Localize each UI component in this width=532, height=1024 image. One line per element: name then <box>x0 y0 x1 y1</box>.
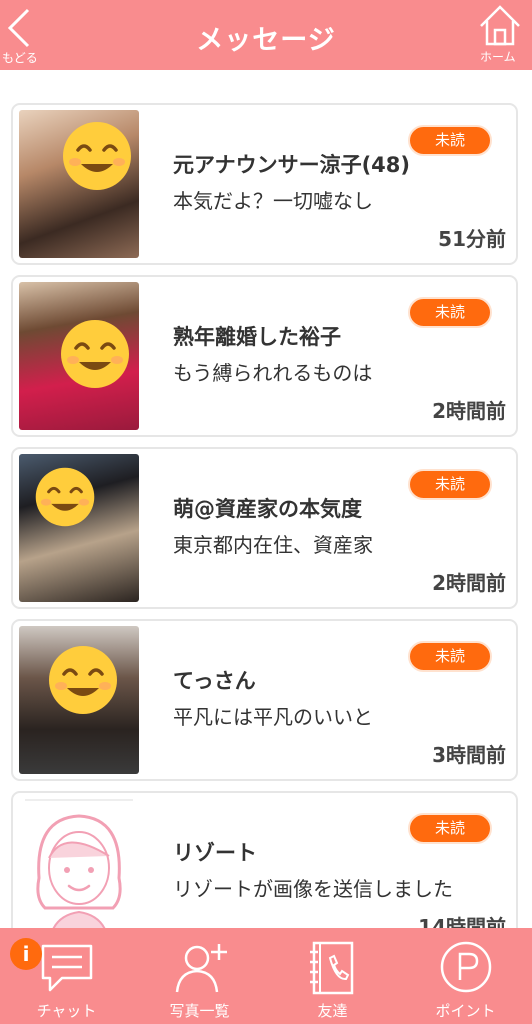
message-preview: 本気だよ？一切嘘なし <box>173 189 373 213</box>
tab-label: ポイント <box>435 1002 496 1020</box>
message-time: 14時間前 <box>418 915 506 928</box>
smiley-face-icon <box>35 467 95 527</box>
tab-label: チャット <box>36 1002 97 1020</box>
avatar <box>19 454 139 602</box>
bottom-tab-bar: i チャット 写真一覧 友達 ポイント <box>0 928 532 1024</box>
tab-label: 友達 <box>317 1002 348 1020</box>
avatar <box>19 282 139 430</box>
message-card[interactable]: 元アナウンサー涼子(48) 本気だよ？一切嘘なし 未読 51分前 <box>11 103 518 265</box>
tab-friends[interactable]: 友達 <box>266 928 399 1024</box>
page-title: メッセージ <box>196 25 336 56</box>
home-button[interactable]: ホーム <box>468 0 532 70</box>
sender-name: 萌@資産家の本気度 <box>173 497 362 521</box>
message-time: 2時間前 <box>432 571 506 595</box>
tab-points[interactable]: ポイント <box>399 928 532 1024</box>
home-icon <box>480 5 520 46</box>
add-user-icon <box>175 944 227 993</box>
message-card[interactable]: 熟年離婚した裕子 もう縛られれるものは 未読 2時間前 <box>11 275 518 437</box>
top-bar: もどる メッセージ ホーム <box>0 0 532 70</box>
unread-badge: 未読 <box>408 297 492 328</box>
default-avatar-icon <box>25 799 133 928</box>
avatar <box>19 626 139 774</box>
home-label: ホーム <box>480 50 516 64</box>
avatar <box>19 798 139 928</box>
message-card[interactable]: てっさん 平凡には平凡のいいと 未読 3時間前 <box>11 619 518 781</box>
tab-photo-list[interactable]: 写真一覧 <box>133 928 266 1024</box>
unread-badge: 未読 <box>408 641 492 672</box>
sender-name: 元アナウンサー涼子(48) <box>173 153 410 177</box>
chat-icon <box>41 944 93 992</box>
message-preview: 平凡には平凡のいいと <box>173 705 373 729</box>
unread-badge: 未読 <box>408 813 492 844</box>
message-list[interactable]: 元アナウンサー涼子(48) 本気だよ？一切嘘なし 未読 51分前 熟年離婚した裕… <box>0 70 532 928</box>
unread-badge: 未読 <box>408 125 492 156</box>
message-time: 2時間前 <box>432 399 506 423</box>
message-preview: 東京都内在住、資産家 <box>173 533 373 557</box>
tab-chat[interactable]: i チャット <box>0 928 133 1024</box>
message-time: 51分前 <box>438 227 506 251</box>
sender-name: てっさん <box>173 669 256 693</box>
message-time: 3時間前 <box>432 743 506 767</box>
unread-badge: 未読 <box>408 469 492 500</box>
sender-name: 熟年離婚した裕子 <box>173 325 341 349</box>
address-book-icon <box>310 941 354 995</box>
message-card[interactable]: 萌@資産家の本気度 東京都内在住、資産家 未読 2時間前 <box>11 447 518 609</box>
tab-label: 写真一覧 <box>169 1002 230 1020</box>
smiley-face-icon <box>49 646 117 714</box>
points-icon <box>440 941 492 993</box>
sender-name: リゾート <box>173 841 257 865</box>
notification-badge: i <box>10 938 42 970</box>
avatar <box>19 110 139 258</box>
message-preview: もう縛られれるものは <box>173 361 373 385</box>
message-preview: リゾートが画像を送信しました <box>173 877 453 901</box>
smiley-face-icon <box>63 122 131 190</box>
message-card[interactable]: リゾート リゾートが画像を送信しました 未読 14時間前 <box>11 791 518 928</box>
smiley-face-icon <box>61 320 129 388</box>
